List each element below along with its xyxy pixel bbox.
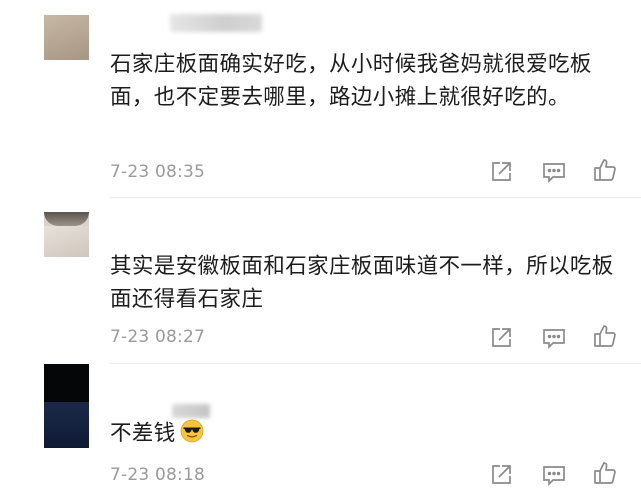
thumbs-up-icon[interactable] (592, 157, 618, 183)
comment-time: 7-23 08:18 (110, 465, 205, 485)
comment-item: 石家庄板面确实好吃，从小时候我爸妈就很爱吃板面，也不定要去哪里，路边小摊上就很好… (0, 0, 641, 197)
comment-text: 其实是安徽板面和石家庄板面味道不一样，所以吃板面还得看石家庄 (110, 254, 614, 312)
share-icon[interactable] (488, 159, 514, 185)
thumbs-up-icon[interactable] (592, 460, 618, 486)
comment-item: 不差钱 7-23 08:18 (0, 364, 641, 503)
share-icon[interactable] (488, 462, 514, 488)
comment-time: 7-23 08:27 (110, 327, 205, 347)
avatar[interactable] (44, 364, 89, 448)
username-blurred[interactable] (172, 404, 210, 418)
username-blurred[interactable] (170, 14, 262, 32)
comment-icon[interactable] (541, 325, 567, 351)
sunglasses-face-emoji (180, 419, 204, 443)
avatar[interactable] (44, 15, 89, 60)
share-icon[interactable] (488, 325, 514, 351)
thumbs-up-icon[interactable] (592, 323, 618, 349)
avatar[interactable] (44, 212, 89, 257)
comment-time: 7-23 08:35 (110, 162, 205, 182)
comment-text: 石家庄板面确实好吃，从小时候我爸妈就很爱吃板面，也不定要去哪里，路边小摊上就很好… (110, 52, 592, 110)
comment-icon[interactable] (541, 462, 567, 488)
comment-item: 其实是安徽板面和石家庄板面味道不一样，所以吃板面还得看石家庄 7-23 08:2… (0, 198, 641, 363)
comment-text: 不差钱 (110, 417, 635, 450)
comment-icon[interactable] (541, 159, 567, 185)
comment-text-content: 不差钱 (110, 421, 176, 446)
